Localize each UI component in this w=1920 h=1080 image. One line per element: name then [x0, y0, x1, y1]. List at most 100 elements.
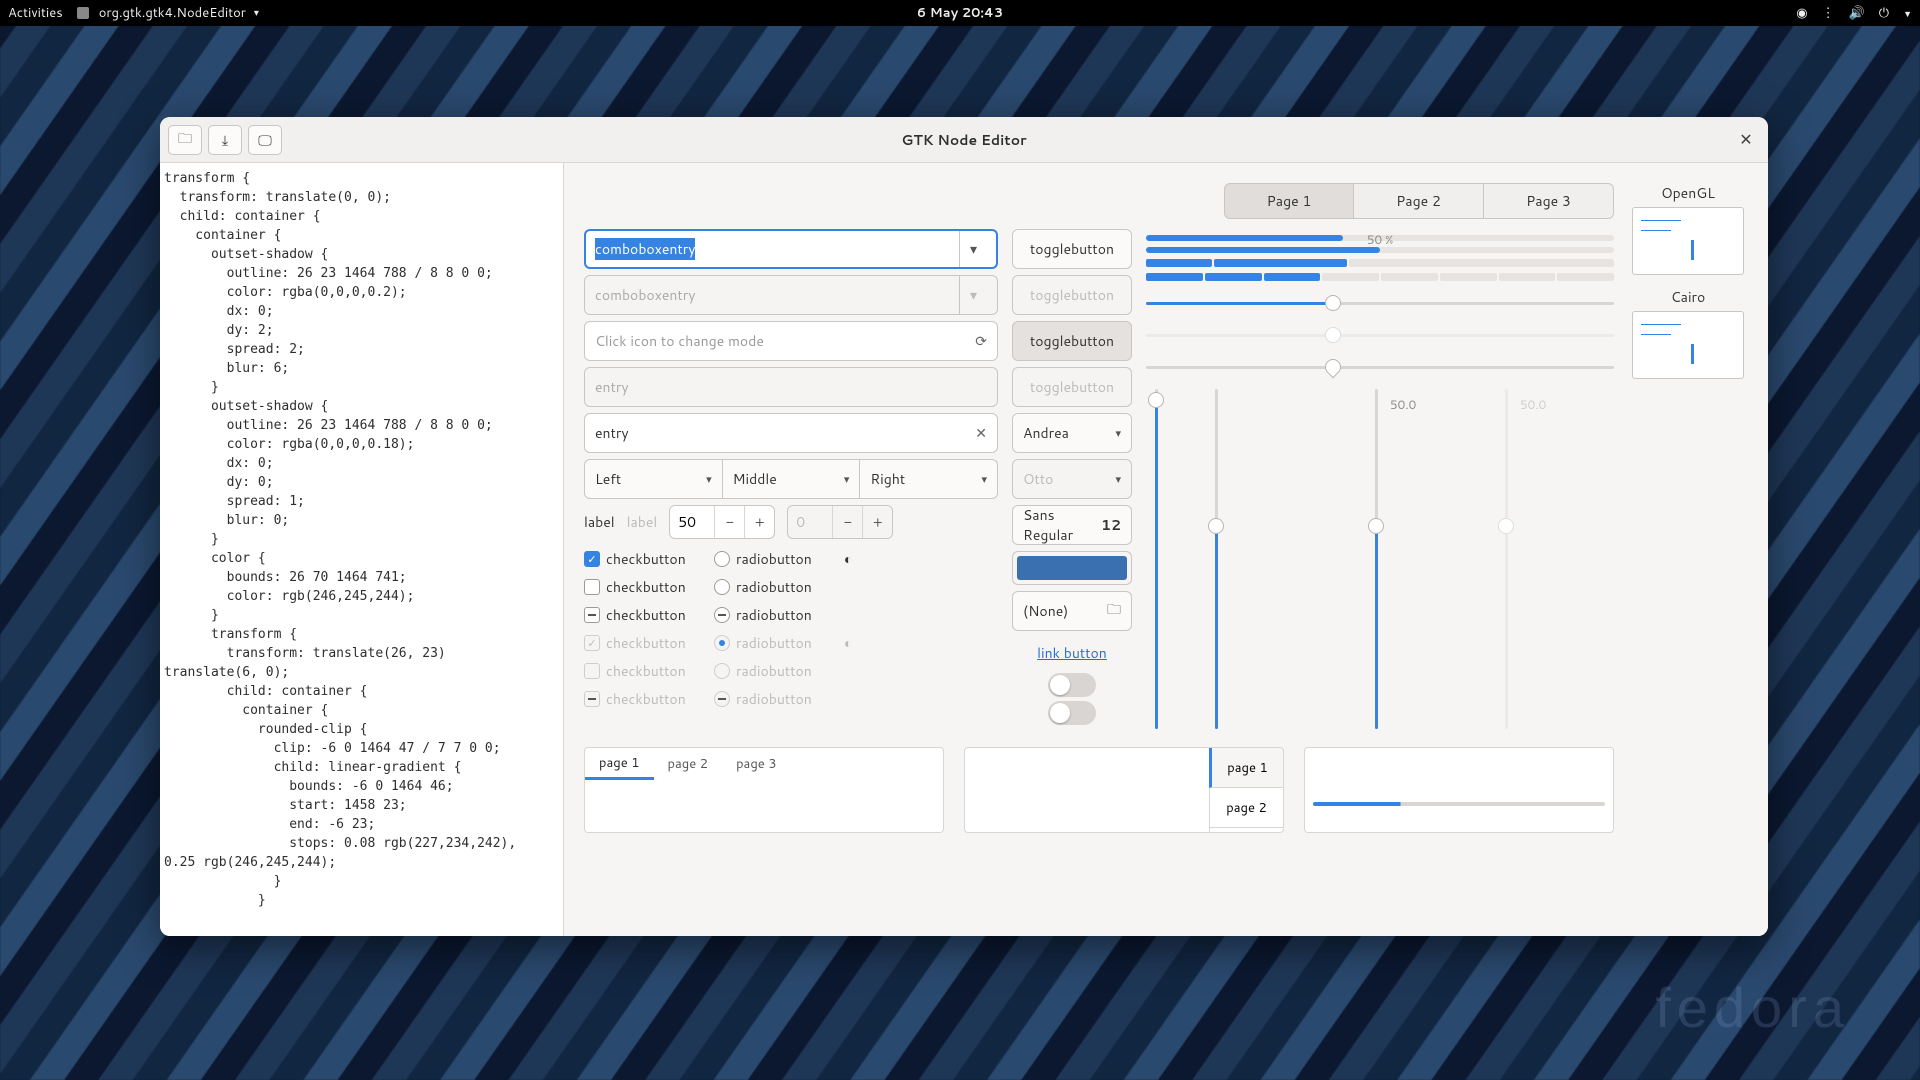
- renderer-cairo-label: Cairo: [1628, 287, 1748, 307]
- levelbar-2: [1146, 273, 1614, 281]
- radiobutton-disabled-checked: radiobutton: [714, 633, 844, 653]
- close-button[interactable]: ✕: [1732, 126, 1760, 154]
- refresh-icon[interactable]: ⟳: [975, 331, 987, 351]
- folder-open-icon: 🗀: [1107, 599, 1121, 623]
- radiobutton-2[interactable]: radiobutton: [714, 577, 844, 597]
- spinner-icon: ◐: [844, 549, 874, 569]
- chevron-down-icon: ▾: [844, 471, 850, 487]
- scale-vertical-1[interactable]: [1146, 389, 1166, 729]
- tab-page-3[interactable]: Page 3: [1484, 183, 1614, 219]
- activities[interactable]: Activities: [8, 4, 63, 22]
- checkbutton-unchecked[interactable]: checkbutton: [584, 577, 714, 597]
- minus-icon[interactable]: −: [714, 506, 744, 538]
- comboboxentry-2-disabled: comboboxentry ▾: [584, 275, 998, 315]
- radiobutton-disabled: radiobutton: [714, 661, 844, 681]
- link-button[interactable]: link button: [1012, 637, 1132, 669]
- scale-vertical-disabled: 50.0: [1496, 389, 1516, 729]
- tab-page-1[interactable]: Page 1: [1224, 183, 1354, 219]
- fedora-watermark: fedora: [1655, 975, 1850, 1040]
- file-chooser-button[interactable]: (None)🗀: [1012, 591, 1132, 631]
- dropdown-andrea[interactable]: Andrea▾: [1012, 413, 1132, 453]
- spinner-disabled-icon: ◐: [844, 633, 874, 653]
- nba-tab-2[interactable]: page 2: [654, 748, 723, 780]
- headerbar: 🗀 ⤓ 🖵 GTK Node Editor ✕: [160, 117, 1768, 163]
- clock[interactable]: 6 May 20:43: [917, 4, 1003, 22]
- renderer-opengl-label: OpenGL: [1628, 183, 1748, 203]
- widgets-column-2: togglebutton togglebutton togglebutton t…: [1012, 229, 1132, 729]
- radiobutton-disabled-mixed: radiobutton: [714, 689, 844, 709]
- switch-1[interactable]: [1048, 673, 1096, 697]
- plus-icon[interactable]: +: [744, 506, 774, 538]
- switch-2[interactable]: [1048, 701, 1096, 725]
- icon-mode-entry[interactable]: Click icon to change mode ⟳: [584, 321, 998, 361]
- nba-tab-1[interactable]: page 1: [585, 748, 654, 780]
- tab-page-2[interactable]: Page 2: [1354, 183, 1484, 219]
- togglebutton-disabled: togglebutton: [1012, 275, 1132, 315]
- entry[interactable]: entry ✕: [584, 413, 998, 453]
- color-swatch: [1017, 556, 1127, 580]
- export-button[interactable]: 🖵: [248, 125, 282, 155]
- scale-horizontal-disabled: [1146, 325, 1614, 345]
- renderer-sidebar: OpenGL Cairo: [1628, 183, 1748, 916]
- checkbutton-checked[interactable]: ✓checkbutton: [584, 549, 714, 569]
- spinbutton-1[interactable]: 50 − +: [669, 505, 775, 539]
- spinbutton-2-disabled: 0 − +: [787, 505, 893, 539]
- scale-horizontal-marker[interactable]: [1146, 357, 1614, 377]
- scale-vertical-2[interactable]: [1206, 389, 1226, 729]
- togglebutton-1[interactable]: togglebutton: [1012, 229, 1132, 269]
- seg-middle[interactable]: Middle▾: [723, 459, 861, 499]
- checkbutton-mixed[interactable]: checkbutton: [584, 605, 714, 625]
- label-static: label: [584, 512, 615, 532]
- radiobutton-1[interactable]: radiobutton: [714, 549, 844, 569]
- accessibility-icon[interactable]: ◉: [1796, 4, 1807, 22]
- renderer-opengl-thumb[interactable]: [1632, 207, 1744, 275]
- nbb-tab-1[interactable]: page 1: [1209, 748, 1283, 788]
- source-code-pane[interactable]: transform { transform: translate(0, 0); …: [160, 163, 564, 936]
- segmented-dropdowns: Left▾ Middle▾ Right▾: [584, 459, 998, 499]
- open-button[interactable]: 🗀: [168, 125, 202, 155]
- progressbar-labeled: 50 %: [1146, 247, 1614, 253]
- preview-pane: Page 1 Page 2 Page 3 comboboxentry ▾ com…: [564, 163, 1768, 936]
- power-icon[interactable]: ⏻: [1879, 4, 1889, 22]
- nbb-tab-2[interactable]: page 2: [1210, 788, 1283, 828]
- system-menu-caret-icon[interactable]: ▼: [1903, 7, 1912, 20]
- nba-tab-3[interactable]: page 3: [722, 748, 791, 780]
- minus-icon: −: [832, 506, 862, 538]
- folder-open-icon: 🗀: [178, 128, 192, 152]
- chevron-down-icon: ▾: [1115, 471, 1121, 487]
- bottom-notebook-c: [1304, 747, 1614, 833]
- chevron-down-icon: ▾: [959, 276, 987, 314]
- color-button[interactable]: [1012, 551, 1132, 585]
- widgets-column-3: 50 %: [1146, 229, 1614, 729]
- network-icon[interactable]: ⋮: [1822, 4, 1835, 22]
- comboboxentry-1[interactable]: comboboxentry ▾: [584, 229, 998, 269]
- main-notebook-tabs: Page 1 Page 2 Page 3: [584, 183, 1614, 219]
- close-icon: ✕: [1739, 128, 1752, 151]
- bottom-notebook-b: page 1 page 2: [964, 747, 1284, 833]
- checkbutton-disabled-checked: ✓checkbutton: [584, 633, 714, 653]
- bottom-notebook-a: page 1 page 2 page 3: [584, 747, 944, 833]
- checkbutton-disabled-mixed: checkbutton: [584, 689, 714, 709]
- entry-disabled: entry: [584, 367, 998, 407]
- save-button[interactable]: ⤓: [208, 125, 242, 155]
- radiobutton-mixed[interactable]: radiobutton: [714, 605, 844, 625]
- togglebutton-disabled-2: togglebutton: [1012, 367, 1132, 407]
- renderer-cairo-thumb[interactable]: [1632, 311, 1744, 379]
- scale-vertical-3[interactable]: 50.0: [1366, 389, 1386, 729]
- volume-icon[interactable]: 🔊: [1849, 4, 1865, 22]
- scale-horizontal-1[interactable]: [1146, 293, 1614, 313]
- chevron-down-icon[interactable]: ▾: [959, 231, 987, 267]
- togglebutton-active[interactable]: togglebutton: [1012, 321, 1132, 361]
- chevron-down-icon: ▾: [1115, 425, 1121, 441]
- seg-left[interactable]: Left▾: [584, 459, 723, 499]
- screen-icon: 🖵: [258, 130, 272, 150]
- seg-right[interactable]: Right▾: [860, 459, 998, 499]
- window-title: GTK Node Editor: [901, 130, 1026, 150]
- chevron-down-icon: ▾: [706, 471, 712, 487]
- font-button[interactable]: Sans Regular12: [1012, 505, 1132, 545]
- gnome-topbar: Activities org.gtk.gtk4.NodeEditor 6 May…: [0, 0, 1920, 26]
- checkbutton-disabled: checkbutton: [584, 661, 714, 681]
- chevron-down-icon: ▾: [981, 471, 987, 487]
- clear-icon[interactable]: ✕: [975, 423, 987, 443]
- app-menu[interactable]: org.gtk.gtk4.NodeEditor: [77, 4, 259, 22]
